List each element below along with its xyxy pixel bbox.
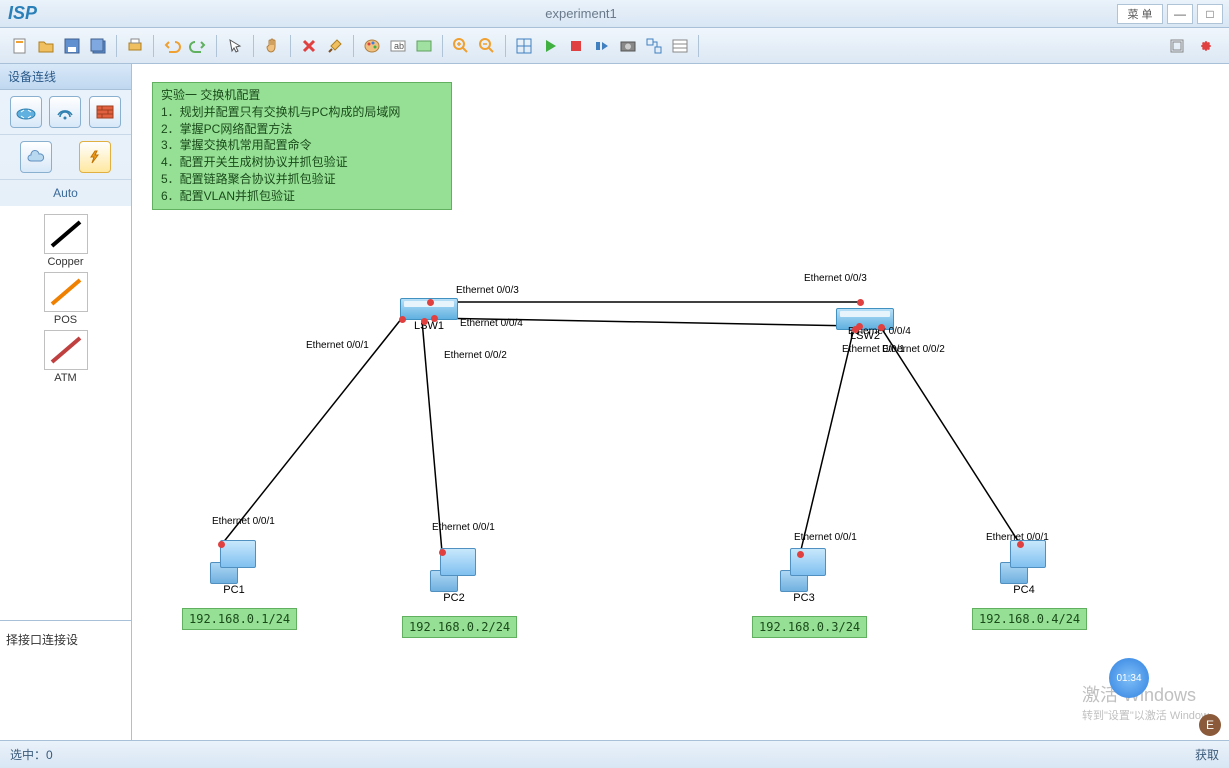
port-label: Ethernet 0/0/1 xyxy=(212,516,275,527)
svg-text:ab: ab xyxy=(394,41,404,51)
taskbar-ime-icon[interactable]: E xyxy=(1199,714,1221,736)
maximize-button[interactable]: □ xyxy=(1197,4,1223,24)
print-icon[interactable] xyxy=(123,34,147,58)
timer-badge: 01:34 xyxy=(1109,658,1149,698)
status-right: 获取 xyxy=(1195,746,1219,763)
port-dot xyxy=(427,299,434,306)
cable-pos[interactable]: POS xyxy=(16,272,116,326)
separator xyxy=(505,35,506,57)
ip-label-PC3: 192.168.0.3/24 xyxy=(752,616,867,638)
port-label: Ethernet 0/0/1 xyxy=(794,532,857,543)
selection-count: 选中：0 xyxy=(10,746,53,763)
topology-canvas[interactable]: 实验一 交换机配置 1．规划并配置只有交换机与PC构成的局域网2．掌握PC网络配… xyxy=(132,64,1229,740)
stop-icon[interactable] xyxy=(564,34,588,58)
palette-icon[interactable] xyxy=(360,34,384,58)
undo-icon[interactable] xyxy=(160,34,184,58)
play-icon[interactable] xyxy=(538,34,562,58)
port-dot xyxy=(857,299,864,306)
sidebar-bottom-label: 择接口连接设 xyxy=(0,620,131,740)
zoom-in-icon[interactable] xyxy=(449,34,473,58)
separator xyxy=(353,35,354,57)
title-buttons: 菜 单 — □ xyxy=(1117,4,1229,24)
capture-icon[interactable] xyxy=(616,34,640,58)
port-dot xyxy=(797,551,804,558)
port-label: Ethernet 0/0/1 xyxy=(306,340,369,351)
separator xyxy=(116,35,117,57)
toolbar: ab xyxy=(0,28,1229,64)
port-dot xyxy=(399,316,406,323)
port-label: Ethernet 0/0/3 xyxy=(456,285,519,296)
device-category-row-1 xyxy=(0,90,131,135)
ip-label-PC4: 192.168.0.4/24 xyxy=(972,608,1087,630)
connection-category-icon[interactable] xyxy=(79,141,111,173)
firewall-category-icon[interactable] xyxy=(89,96,121,128)
port-dot xyxy=(439,549,446,556)
cable-atm[interactable]: ATM xyxy=(16,330,116,384)
sidebar-header: 设备连线 xyxy=(0,64,131,90)
app-logo: ISP xyxy=(0,3,45,24)
port-dot xyxy=(1017,541,1024,548)
redo-icon[interactable] xyxy=(186,34,210,58)
menu-button[interactable]: 菜 单 xyxy=(1117,4,1163,24)
port-label: Ethernet 0/0/2 xyxy=(444,350,507,361)
note-icon[interactable] xyxy=(412,34,436,58)
port-dot xyxy=(852,326,859,333)
separator xyxy=(698,35,699,57)
separator xyxy=(442,35,443,57)
cable-copper[interactable]: Copper xyxy=(16,214,116,268)
text-icon[interactable]: ab xyxy=(386,34,410,58)
separator xyxy=(216,35,217,57)
pc-PC2[interactable]: PC2 xyxy=(430,548,478,604)
main-area: 设备连线 Auto CopperPOSATM 择接口连接设 实验一 交换机配置 … xyxy=(0,64,1229,740)
save-icon[interactable] xyxy=(60,34,84,58)
pc-PC4[interactable]: PC4 xyxy=(1000,540,1048,596)
router-category-icon[interactable] xyxy=(10,96,42,128)
port-label: Ethernet 0/0/4 xyxy=(460,318,523,329)
auto-label: Auto xyxy=(0,180,131,206)
pointer-icon[interactable] xyxy=(223,34,247,58)
cloud-category-icon[interactable] xyxy=(20,141,52,173)
saveall-icon[interactable] xyxy=(86,34,110,58)
new-icon[interactable] xyxy=(8,34,32,58)
ip-label-PC1: 192.168.0.1/24 xyxy=(182,608,297,630)
step-icon[interactable] xyxy=(590,34,614,58)
open-icon[interactable] xyxy=(34,34,58,58)
port-dot xyxy=(431,315,438,322)
layers-icon[interactable] xyxy=(1165,34,1189,58)
port-dot xyxy=(878,324,885,331)
port-dot xyxy=(421,318,428,325)
huawei-logo-icon xyxy=(1191,35,1221,57)
experiment-note[interactable]: 实验一 交换机配置 1．规划并配置只有交换机与PC构成的局域网2．掌握PC网络配… xyxy=(152,82,452,210)
wireless-category-icon[interactable] xyxy=(49,96,81,128)
sidebar: 设备连线 Auto CopperPOSATM 择接口连接设 xyxy=(0,64,132,740)
note-lines: 1．规划并配置只有交换机与PC构成的局域网2．掌握PC网络配置方法3．掌握交换机… xyxy=(161,104,443,205)
pc-PC3[interactable]: PC3 xyxy=(780,548,828,604)
separator xyxy=(153,35,154,57)
zoom-out-icon[interactable] xyxy=(475,34,499,58)
broom-icon[interactable] xyxy=(323,34,347,58)
status-bar: 选中：0 获取 xyxy=(0,740,1229,768)
ip-label-PC2: 192.168.0.2/24 xyxy=(402,616,517,638)
separator xyxy=(253,35,254,57)
list-icon[interactable] xyxy=(668,34,692,58)
cable-list: CopperPOSATM xyxy=(0,206,131,620)
title-bar: ISP experiment1 菜 单 — □ xyxy=(0,0,1229,28)
port-label: Ethernet 0/0/1 xyxy=(432,522,495,533)
minimize-button[interactable]: — xyxy=(1167,4,1193,24)
note-title: 实验一 交换机配置 xyxy=(161,87,443,104)
pc-PC1[interactable]: PC1 xyxy=(210,540,258,596)
window-title: experiment1 xyxy=(45,6,1117,21)
device-category-row-2 xyxy=(0,135,131,180)
delete-icon[interactable] xyxy=(297,34,321,58)
separator xyxy=(290,35,291,57)
port-dot xyxy=(218,541,225,548)
port-label: Ethernet 0/0/2 xyxy=(882,344,945,355)
grid-icon[interactable] xyxy=(512,34,536,58)
arrange-icon[interactable] xyxy=(642,34,666,58)
hand-icon[interactable] xyxy=(260,34,284,58)
port-label: Ethernet 0/0/3 xyxy=(804,273,867,284)
